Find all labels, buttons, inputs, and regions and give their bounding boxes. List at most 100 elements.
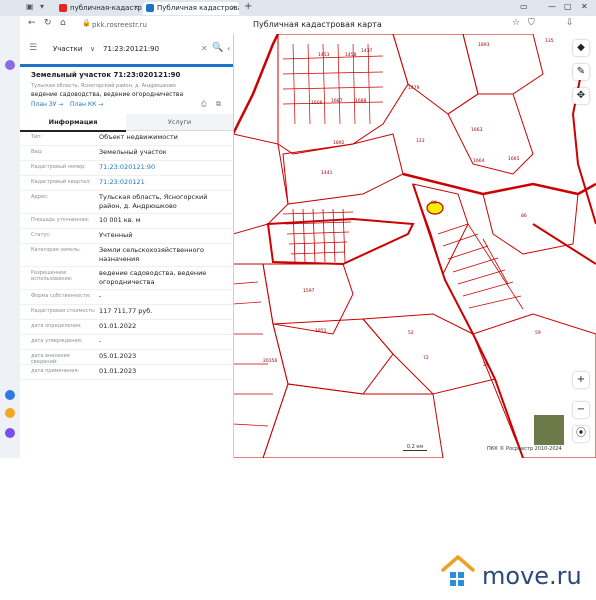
attribute-value: ведение садоводства, ведение огородничес… bbox=[99, 269, 207, 286]
attribute-label: Адрес: bbox=[31, 194, 49, 200]
attribute-row: Кадастровый номер: 71:23:020121:90 bbox=[20, 161, 233, 176]
parcel-number-label: 1441 bbox=[321, 170, 333, 176]
ruler-button[interactable]: ✎ bbox=[573, 64, 589, 80]
attribute-row: дата определения: 01.01.2022 bbox=[20, 320, 233, 335]
attribute-value: - bbox=[99, 292, 102, 300]
parcel-number-label: 1479 bbox=[408, 85, 420, 91]
new-tab-icon[interactable]: + bbox=[244, 1, 252, 12]
attribute-value: 01.01.2022 bbox=[99, 322, 137, 330]
back-icon[interactable]: ← bbox=[28, 18, 36, 28]
clear-icon[interactable]: ✕ bbox=[201, 44, 208, 53]
home-icon[interactable]: ⌂ bbox=[60, 18, 66, 28]
parcel-number-label: 1851 bbox=[315, 328, 327, 334]
attribute-row: Кадастровый квартал: 71:23:020121 bbox=[20, 176, 233, 191]
tab-list-icon[interactable]: ▾ bbox=[40, 2, 44, 11]
parcel-number-label: 20156 bbox=[263, 358, 277, 364]
search-icon[interactable]: 🔍 bbox=[212, 43, 223, 53]
tab-publichnaya-2[interactable]: Публичная кадастровая ✕ bbox=[143, 2, 239, 15]
attribute-value: 01.01.2023 bbox=[99, 367, 137, 375]
attribute-value: Земли сельскохозяйственного назначения bbox=[99, 246, 205, 263]
lock-icon: 🔒 bbox=[82, 19, 91, 27]
cadastral-map[interactable]: 1893 1453 1458 1437 1479 1606 1687 1688 1892 123 1… bbox=[233, 34, 596, 458]
info-panel: ☰ Участки ∨ 71:23:20121:90 ✕ 🔍 ‹ Земельн… bbox=[20, 34, 234, 458]
layers-button[interactable]: ◆ bbox=[573, 40, 589, 56]
attribute-row: Кадастровая стоимость: 117 711,77 руб. bbox=[20, 305, 233, 320]
attribute-value[interactable]: 71:23:020121:90 bbox=[99, 163, 229, 172]
search-type-select[interactable]: Участки bbox=[53, 45, 82, 53]
tab-strip: ▣ ▾ публичная-кадастровая ✕ Публичная ка… bbox=[0, 0, 596, 16]
parcel-number-label: 86 bbox=[521, 213, 527, 219]
attribute-row: Разрешенное использование: ведение садово… bbox=[20, 267, 233, 290]
attribute-value: Учтенный bbox=[99, 231, 133, 239]
close-tab-icon[interactable]: ✕ bbox=[230, 2, 236, 15]
attribute-label: дата применения: bbox=[31, 368, 80, 374]
attribute-label: Тип: bbox=[31, 134, 43, 140]
parcel-number-label: 52 bbox=[408, 330, 414, 336]
parcel-number-label: 1892 bbox=[333, 140, 345, 146]
attribute-row: Статус: Учтенный bbox=[20, 229, 233, 244]
parcel-number-label: 90 bbox=[431, 200, 437, 206]
panel-tabs: Информация Услуги bbox=[20, 114, 233, 132]
attribute-label: Вид: bbox=[31, 149, 43, 155]
plan-zu-link[interactable]: План ЗУ → bbox=[31, 101, 63, 108]
menu-icon[interactable]: ☰ bbox=[29, 43, 37, 53]
browser-sidebar bbox=[0, 0, 20, 458]
page-title: Публичная кадастровая карта bbox=[253, 20, 382, 29]
parcel-number-label: 1663 bbox=[471, 127, 483, 133]
maximize-icon[interactable]: ▢ bbox=[564, 2, 572, 11]
market-icon[interactable] bbox=[5, 408, 15, 418]
plan-kk-link[interactable]: План КК → bbox=[70, 101, 103, 108]
tab-services[interactable]: Услуги bbox=[126, 114, 233, 130]
url-field[interactable]: pkk.rosreestr.ru bbox=[92, 19, 232, 31]
messenger-icon[interactable] bbox=[5, 390, 15, 400]
locate-button[interactable]: ✥ bbox=[573, 88, 589, 104]
parcel-number-label: 1893 bbox=[478, 42, 490, 48]
share-icon[interactable]: ⧉ bbox=[216, 100, 221, 109]
compass-button[interactable]: ⦿ bbox=[573, 426, 589, 442]
attribute-value: - bbox=[99, 337, 102, 345]
shield-icon[interactable]: ⛉ bbox=[528, 18, 535, 28]
attribute-row: дата утверждения: - bbox=[20, 335, 233, 350]
alice-icon[interactable] bbox=[5, 60, 15, 70]
print-icon[interactable]: ⎙ bbox=[201, 100, 207, 109]
chevron-down-icon[interactable]: ∨ bbox=[90, 45, 95, 53]
zoom-out-button[interactable]: − bbox=[573, 402, 589, 418]
bookmark-icon[interactable]: ▭ bbox=[520, 2, 528, 11]
attribute-label: дата внесения сведений: bbox=[31, 353, 70, 365]
yandex-icon bbox=[59, 3, 67, 12]
reload-icon[interactable]: ↻ bbox=[44, 18, 52, 28]
attribute-value[interactable]: 71:23:020121 bbox=[99, 178, 229, 187]
tab-info[interactable]: Информация bbox=[20, 114, 126, 132]
collapse-panel-icon[interactable]: ‹ bbox=[227, 44, 230, 53]
parcel-number-label: 1687 bbox=[331, 98, 343, 104]
search-input[interactable]: 71:23:20121:90 bbox=[103, 45, 159, 53]
parcel-number-label: 123 bbox=[416, 138, 425, 144]
tabs-overview-icon[interactable]: ▣ bbox=[26, 2, 34, 11]
attribute-value: 10 001 кв. м bbox=[99, 216, 141, 224]
attribute-row: дата внесения сведений: 05.01.2023 bbox=[20, 350, 233, 365]
parcel-number-label: 1688 bbox=[355, 98, 367, 104]
minimize-icon[interactable]: — bbox=[548, 2, 556, 11]
parcel-number-label: 135 bbox=[545, 38, 554, 44]
close-tab-icon[interactable]: ✕ bbox=[133, 2, 139, 15]
tab-publichnaya-1[interactable]: публичная-кадастровая ✕ bbox=[56, 2, 142, 15]
downloads-icon[interactable]: ⇩ bbox=[566, 18, 574, 28]
zoom-in-button[interactable]: + bbox=[573, 372, 589, 388]
attribute-value: 05.01.2023 bbox=[99, 352, 137, 360]
house-logo-icon bbox=[441, 555, 475, 586]
attribute-label: Кадастровый номер: bbox=[31, 164, 86, 170]
attribute-row: Форма собственности: - bbox=[20, 290, 233, 305]
pkk-icon bbox=[146, 3, 154, 12]
bookmark-star-icon[interactable]: ☆ bbox=[512, 18, 520, 28]
parcel-number-label: 59 bbox=[535, 330, 541, 336]
attribute-row: Вид: Земельный участок bbox=[20, 146, 233, 161]
address-bar: ← ↻ ⌂ 🔒 pkk.rosreestr.ru Публичная кадас… bbox=[20, 16, 596, 35]
attribute-value: Земельный участок bbox=[99, 148, 167, 156]
parcel-title: Земельный участок 71:23:020121:90 bbox=[31, 71, 181, 79]
attribute-row: Тип: Объект недвижимости bbox=[20, 131, 233, 146]
basemap-thumbnail[interactable] bbox=[533, 414, 565, 446]
close-window-icon[interactable]: ✕ bbox=[581, 2, 588, 11]
map-canvas[interactable]: 1893 1453 1458 1437 1479 1606 1687 1688 1892 123 1… bbox=[233, 34, 596, 458]
attribute-value: Тульская область, Ясногорский район, д. … bbox=[99, 193, 208, 210]
voice-icon[interactable] bbox=[5, 428, 15, 438]
